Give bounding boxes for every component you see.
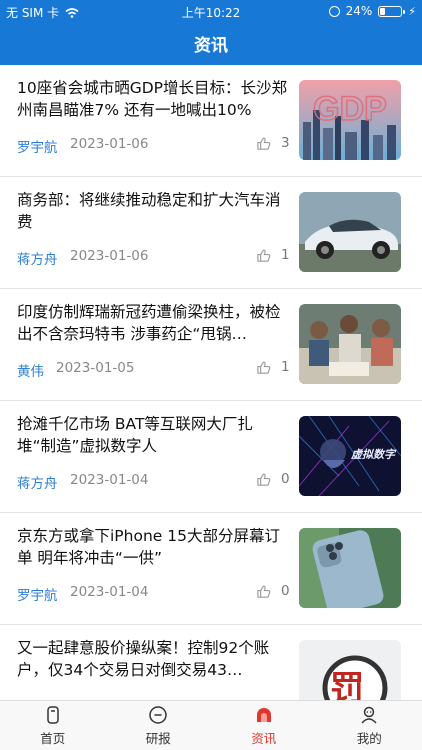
news-title: 抢滩千亿市场 BAT等互联网大厂扎堆“制造”虚拟数字人	[17, 415, 253, 455]
news-author: 蒋方舟	[17, 476, 58, 492]
news-item[interactable]: 又一起肆意股价操纵案！控制92个账户，仅34个交易日对倒交易43… 罚	[0, 625, 422, 700]
thumbs-up-icon	[257, 472, 271, 486]
news-author: 蒋方舟	[17, 252, 58, 268]
tab-news[interactable]: 资讯	[211, 701, 317, 750]
like-button[interactable]: 1	[256, 359, 290, 375]
like-count: 3	[281, 135, 290, 151]
news-author: 黄伟	[17, 364, 44, 380]
like-count: 0	[281, 471, 290, 487]
news-date: 2023-01-05	[56, 360, 135, 376]
home-icon	[47, 705, 59, 724]
news-list[interactable]: 10座省会城市晒GDP增长目标：长沙郑州南昌瞄准7% 还有一地喊出10% 罗宇航…	[0, 65, 422, 700]
thumbs-up-icon	[257, 136, 271, 150]
news-icon	[256, 707, 271, 722]
tab-report[interactable]: 研报	[106, 701, 212, 750]
news-author: 罗宇航	[17, 588, 58, 604]
charging-icon: ⚡	[408, 4, 416, 18]
like-count: 1	[281, 359, 290, 375]
report-icon	[149, 705, 167, 724]
thumbs-up-icon	[257, 248, 271, 262]
like-button[interactable]: 0	[256, 471, 290, 487]
news-date: 2023-01-04	[70, 584, 149, 600]
tab-profile[interactable]: 我的	[317, 701, 422, 750]
news-thumbnail	[299, 192, 401, 272]
thumbnail-text: 罚	[330, 669, 364, 700]
thumbnail-text: GDP	[313, 90, 387, 128]
news-title: 10座省会城市晒GDP增长目标：长沙郑州南昌瞄准7% 还有一地喊出10%	[17, 79, 288, 119]
status-bar: 无 SIM 卡 上午10:22 24% ⚡	[0, 0, 422, 22]
page-title: 资讯	[194, 36, 228, 56]
like-count: 0	[281, 583, 290, 599]
profile-icon	[361, 706, 377, 724]
tab-bar: 首页 研报 资讯 我的	[0, 700, 422, 750]
news-item[interactable]: 抢滩千亿市场 BAT等互联网大厂扎堆“制造”虚拟数字人 蒋方舟 2023-01-…	[0, 401, 422, 513]
news-thumbnail: 罚	[299, 640, 401, 700]
news-thumbnail	[299, 304, 401, 384]
tab-label: 首页	[40, 730, 66, 746]
news-item[interactable]: 商务部：将继续推动稳定和扩大汽车消费 蒋方舟 2023-01-06 1	[0, 177, 422, 289]
news-thumbnail	[299, 528, 401, 608]
thumbs-up-icon	[257, 360, 271, 374]
rotation-lock-icon	[328, 5, 340, 17]
tab-home[interactable]: 首页	[0, 701, 106, 750]
news-author: 罗宇航	[17, 140, 58, 156]
battery-percent: 24%	[345, 4, 373, 18]
like-button[interactable]: 1	[256, 247, 290, 263]
news-date: 2023-01-04	[70, 472, 149, 488]
news-date: 2023-01-06	[70, 136, 149, 152]
news-thumbnail: GDP	[299, 80, 401, 160]
tab-label: 我的	[356, 730, 382, 746]
like-button[interactable]: 0	[256, 583, 290, 599]
news-date: 2023-01-06	[70, 248, 149, 264]
battery-icon	[378, 5, 406, 17]
thumbs-up-icon	[257, 584, 271, 598]
news-item[interactable]: 10座省会城市晒GDP增长目标：长沙郑州南昌瞄准7% 还有一地喊出10% 罗宇航…	[0, 65, 422, 177]
news-title: 印度仿制辉瑞新冠药遭偷梁换柱，被检出不含奈玛特韦 涉事药企“甩锅…	[17, 303, 281, 343]
like-count: 1	[281, 247, 290, 263]
like-button[interactable]: 3	[256, 135, 290, 151]
news-item[interactable]: 京东方或拿下iPhone 15大部分屏幕订单 明年将冲击“一供” 罗宇航 202…	[0, 513, 422, 625]
news-title: 商务部：将继续推动稳定和扩大汽车消费	[17, 191, 281, 231]
news-title: 又一起肆意股价操纵案！控制92个账户，仅34个交易日对倒交易43…	[17, 639, 270, 679]
news-thumbnail: 虚拟数字	[299, 416, 401, 496]
nav-bar: 资讯	[0, 22, 422, 65]
tab-label: 研报	[145, 730, 171, 746]
news-title: 京东方或拿下iPhone 15大部分屏幕订单 明年将冲击“一供”	[17, 527, 280, 567]
news-item[interactable]: 印度仿制辉瑞新冠药遭偷梁换柱，被检出不含奈玛特韦 涉事药企“甩锅… 黄伟 202…	[0, 289, 422, 401]
thumbnail-text: 虚拟数字	[350, 448, 397, 461]
tab-label: 资讯	[251, 730, 277, 746]
